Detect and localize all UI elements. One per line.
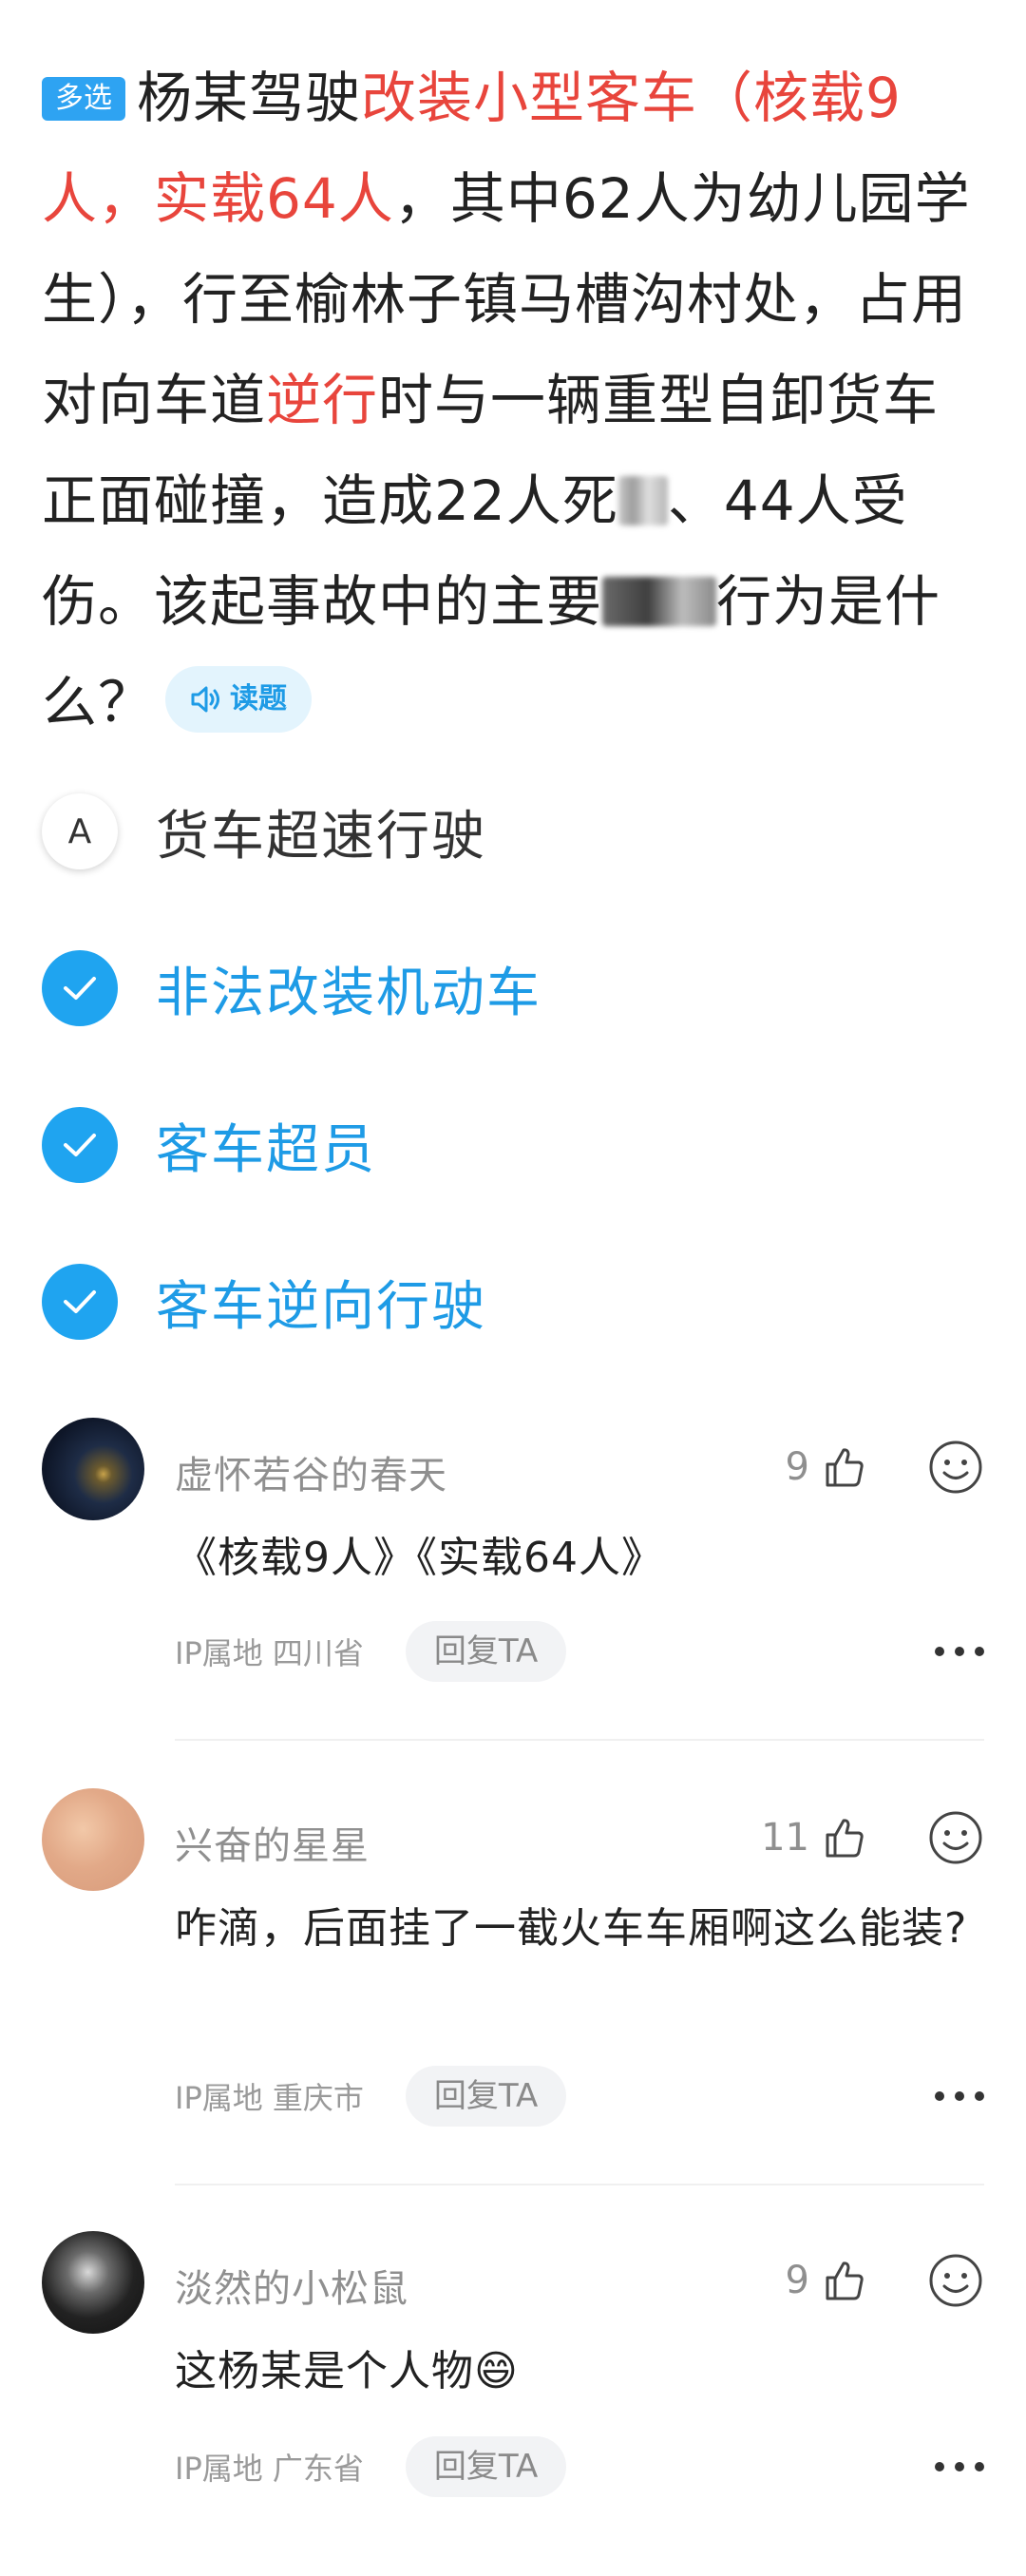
- reply-button[interactable]: 回复TA: [405, 1621, 567, 1682]
- smiley-icon[interactable]: [927, 1809, 984, 1866]
- checkmark-icon: [42, 1107, 118, 1183]
- option-d[interactable]: 客车逆向行驶: [42, 1259, 992, 1345]
- read-question-button[interactable]: 读题: [165, 666, 313, 733]
- comment-author[interactable]: 淡然的小松鼠: [175, 2258, 408, 2313]
- more-options-icon[interactable]: [935, 2457, 984, 2476]
- thumbs-up-icon: [826, 2261, 864, 2300]
- read-question-label: 读题: [230, 682, 288, 716]
- comment-text: 《核载9人》《实载64人》: [175, 1534, 664, 1582]
- ip-location: IP属地 四川省: [175, 1635, 364, 1671]
- avatar[interactable]: [42, 1788, 144, 1891]
- option-label: 客车超员: [156, 1118, 376, 1181]
- checkmark-icon: [42, 950, 118, 1026]
- ip-location: IP属地 重庆市: [175, 2080, 364, 2116]
- smiley-icon[interactable]: [927, 1439, 984, 1496]
- question-highlight: 逆行: [266, 368, 379, 432]
- comment: 淡然的小松鼠 9 这杨某是个人物😄 IP属地 广东省 回复TA: [0, 2231, 1026, 2545]
- speaker-icon: [191, 686, 220, 713]
- question-text: 多选 杨某驾驶改装小型客车（核载9人，实载64人，其中62人为幼儿园学生），行至榆…: [42, 48, 992, 753]
- option-a[interactable]: A 货车超速行驶: [42, 789, 992, 874]
- thumbs-up-icon: [826, 1819, 864, 1858]
- comment-author[interactable]: 兴奋的星星: [175, 1815, 370, 1870]
- like-count: 9: [785, 2259, 809, 2302]
- blurred-text: [618, 476, 668, 525]
- checkmark-icon: [42, 1264, 118, 1340]
- divider: [175, 1739, 984, 1741]
- reply-button[interactable]: 回复TA: [405, 2066, 567, 2127]
- option-b[interactable]: 非法改装机动车: [42, 945, 992, 1031]
- divider: [175, 2184, 984, 2185]
- option-label: 货车超速行驶: [156, 805, 486, 868]
- page: 多选 杨某驾驶改装小型客车（核载9人，实载64人，其中62人为幼儿园学生），行至榆…: [0, 0, 1026, 2576]
- comment-meta: IP属地 四川省 回复TA: [175, 1621, 567, 1682]
- like-button[interactable]: 9: [786, 1437, 866, 1498]
- comment-meta: IP属地 广东省 回复TA: [175, 2436, 567, 2497]
- question-part: 死: [561, 468, 618, 533]
- comment-author[interactable]: 虚怀若谷的春天: [175, 1444, 447, 1499]
- option-marker-a: A: [42, 793, 118, 869]
- like-button[interactable]: 11: [761, 1807, 866, 1868]
- comment: 兴奋的星星 11 咋滴，后面挂了一截火车车厢啊这么能装? IP属地 重庆市 回复…: [0, 1788, 1026, 2168]
- like-button[interactable]: 9: [786, 2250, 866, 2311]
- option-label: 非法改装机动车: [156, 962, 542, 1024]
- comment: 虚怀若谷的春天 9 《核载9人》《实载64人》 IP属地 四川省 回复TA: [0, 1418, 1026, 1731]
- like-count: 11: [761, 1816, 809, 1860]
- option-c[interactable]: 客车超员: [42, 1102, 992, 1188]
- avatar[interactable]: [42, 1418, 144, 1520]
- comment-text: 咋滴，后面挂了一截火车车厢啊这么能装?: [175, 1904, 968, 1953]
- more-options-icon[interactable]: [935, 1642, 984, 1661]
- question-part: 杨某驾驶: [137, 66, 362, 130]
- reply-button[interactable]: 回复TA: [405, 2436, 567, 2497]
- avatar[interactable]: [42, 2231, 144, 2334]
- blurred-text: [602, 577, 717, 626]
- multi-select-tag: 多选: [42, 77, 125, 121]
- option-label: 客车逆向行驶: [156, 1275, 486, 1338]
- ip-location: IP属地 广东省: [175, 2451, 364, 2487]
- comment-meta: IP属地 重庆市 回复TA: [175, 2066, 567, 2127]
- comment-text: 这杨某是个人物😄: [175, 2347, 519, 2395]
- more-options-icon[interactable]: [935, 2087, 984, 2106]
- thumbs-up-icon: [826, 1448, 864, 1487]
- smiley-icon[interactable]: [927, 2252, 984, 2309]
- like-count: 9: [785, 1445, 809, 1489]
